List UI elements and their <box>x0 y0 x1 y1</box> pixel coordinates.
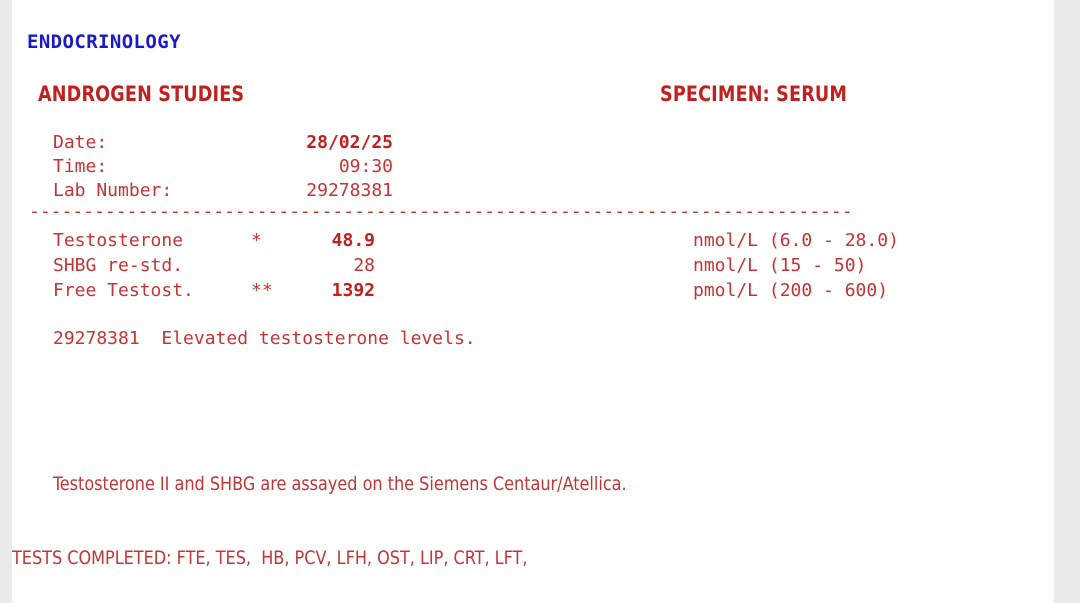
tests-completed-line: TESTS COMPLETED: FTE, TES, HB, PCV, LFH,… <box>12 547 528 569</box>
analyte-name: Testosterone <box>53 230 184 251</box>
metadata-row-lab-number: Lab Number: 29278381 <box>53 179 393 203</box>
time-value: 09:30 <box>338 156 393 177</box>
units-and-reference-range: nmol/L (6.0 - 28.0) <box>693 230 899 251</box>
result-value: 48.9 <box>331 230 375 251</box>
result-value: 1392 <box>331 280 375 301</box>
units-and-reference-range: nmol/L (15 - 50) <box>693 255 867 276</box>
section-divider: ----------------------------------------… <box>29 202 853 222</box>
specimen-metadata: Date: 28/02/25 Time: 09:30 Lab Number: 2… <box>53 131 393 203</box>
panel-title: ANDROGEN STUDIES <box>38 82 245 106</box>
metadata-row-time: Time: 09:30 <box>53 155 393 179</box>
lab-number-label: Lab Number: <box>53 180 173 201</box>
lab-report-page: ENDOCRINOLOGY ANDROGEN STUDIES SPECIMEN:… <box>12 0 1054 603</box>
results-table: Testosterone * 48.9 nmol/L (6.0 - 28.0) … <box>53 228 933 303</box>
lab-number-value: 29278381 <box>306 180 393 201</box>
assay-method-note: Testosterone II and SHBG are assayed on … <box>53 473 627 495</box>
left-page-margin <box>0 0 12 603</box>
result-value: 28 <box>353 255 375 276</box>
units-and-reference-range: pmol/L (200 - 600) <box>693 280 889 301</box>
interpretive-comment: 29278381 Elevated testosterone levels. <box>53 328 476 349</box>
table-row: SHBG re-std. 28 nmol/L (15 - 50) <box>53 253 933 278</box>
date-value: 28/02/25 <box>306 132 393 153</box>
right-page-margin <box>1054 0 1080 603</box>
table-row: Free Testost. ** 1392 pmol/L (200 - 600) <box>53 278 933 303</box>
analyte-name: SHBG re-std. <box>53 255 184 276</box>
table-row: Testosterone * 48.9 nmol/L (6.0 - 28.0) <box>53 228 933 253</box>
date-label: Date: <box>53 132 108 153</box>
analyte-name: Free Testost. <box>53 280 194 301</box>
specimen-type: SPECIMEN: SERUM <box>660 82 848 106</box>
department-heading: ENDOCRINOLOGY <box>27 31 181 53</box>
time-label: Time: <box>53 156 108 177</box>
metadata-row-date: Date: 28/02/25 <box>53 131 393 155</box>
